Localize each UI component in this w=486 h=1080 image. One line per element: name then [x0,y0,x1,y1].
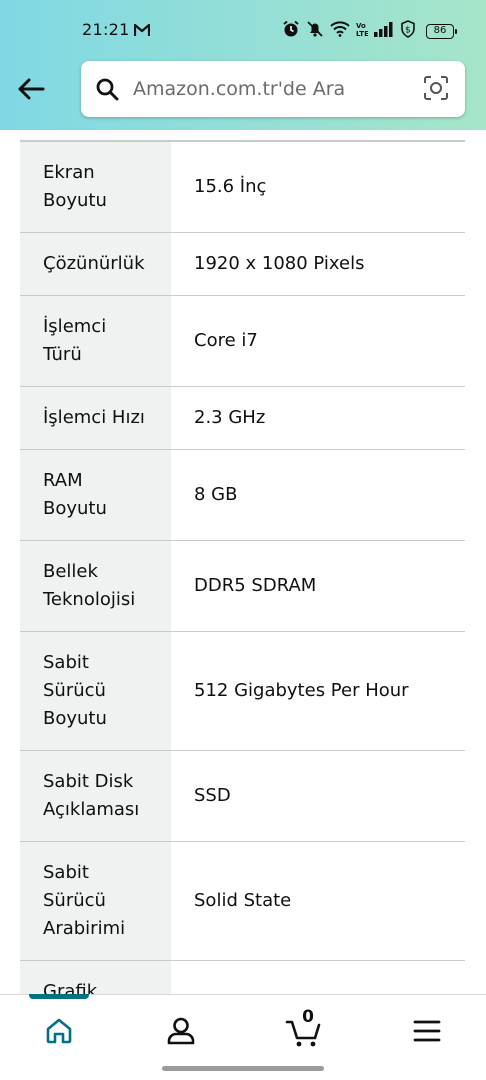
table-row: İşlemci Hızı 2.3 GHz [20,386,465,450]
search-bar[interactable] [81,61,465,117]
spec-label: Sabit Disk Açıklaması [20,750,171,842]
volte-icon: Vo LTE [356,21,369,41]
spec-label: İşlemci Hızı [20,386,171,450]
table-row: İşlemci Türü Core i7 [20,295,465,387]
status-icons: Vo LTE $ 86 [282,20,457,42]
spec-value: 512 Gigabytes Per Hour [171,631,465,751]
table-row: Sabit Sürücü Arabirimi Solid State [20,841,465,961]
alarm-icon [282,20,300,42]
account-icon [167,1017,195,1045]
spec-value: Solid State [171,841,465,961]
spec-label: Ekran Boyutu [20,141,171,233]
svg-text:Vo: Vo [356,22,366,30]
active-tab-indicator [29,994,89,999]
spec-table: Ekran Boyutu 15.6 İnç Çözünürlük 1920 x … [20,140,465,994]
gmail-icon [133,22,151,41]
status-time: 21:21 [82,20,130,39]
table-row: Grafik [20,960,465,994]
search-input[interactable] [133,78,403,100]
cart-count: 0 [302,1007,314,1027]
table-row: Bellek Teknolojisi DDR5 SDRAM [20,540,465,632]
svg-text:$: $ [405,26,411,36]
signal-icon [374,21,394,41]
spec-label: Bellek Teknolojisi [20,540,171,632]
spec-value: DDR5 SDRAM [171,540,465,632]
spec-label-text: Ekran Boyutu [43,162,107,211]
header-bar: 21:21 Vo LTE $ 86 [0,0,486,130]
svg-text:LTE: LTE [356,30,368,37]
table-row: RAM Boyutu 8 GB [20,449,465,541]
nav-menu[interactable] [407,1011,447,1051]
spec-label: Çözünürlük [20,232,171,296]
mute-bell-icon [306,20,324,42]
spec-label: İşlemci Türü [20,295,171,387]
nav-cart[interactable]: 0 [283,1007,327,1051]
search-icon [96,78,119,101]
product-details: Ekran Boyutu 15.6 İnç Çözünürlük 1920 x … [0,130,486,994]
table-row: Sabit Disk Açıklaması SSD [20,750,465,842]
nav-account[interactable] [161,1011,201,1051]
spec-value: Core i7 [171,295,465,387]
arrow-left-icon [18,78,45,100]
spec-value: 15.6 İnç [171,141,465,233]
spec-value: SSD [171,750,465,842]
wifi-icon [330,21,350,41]
spec-label: Sabit Sürücü Arabirimi [20,841,171,961]
camera-search-icon[interactable] [423,75,449,101]
status-bar: 21:21 Vo LTE $ 86 [0,0,486,58]
spec-value: 1920 x 1080 Pixels [171,232,465,296]
spec-value: 8 GB [171,449,465,541]
table-row: Çözünürlük 1920 x 1080 Pixels [20,232,465,296]
spec-label: Sabit Sürücü Boyutu [20,631,171,751]
nav-home[interactable] [39,1011,79,1051]
table-row: Sabit Sürücü Boyutu 512 Gigabytes Per Ho… [20,631,465,751]
spec-value: 2.3 GHz [171,386,465,450]
back-button[interactable] [12,70,50,108]
data-saver-icon: $ [400,20,416,42]
gesture-bar [162,1066,324,1071]
spec-label: RAM Boyutu [20,449,171,541]
spec-value [171,960,465,994]
spec-label: Grafik [20,960,171,994]
home-icon [46,1018,72,1044]
table-row: Ekran Boyutu 15.6 İnç [20,141,465,233]
menu-icon [413,1020,441,1042]
battery-icon: 86 [426,23,457,39]
